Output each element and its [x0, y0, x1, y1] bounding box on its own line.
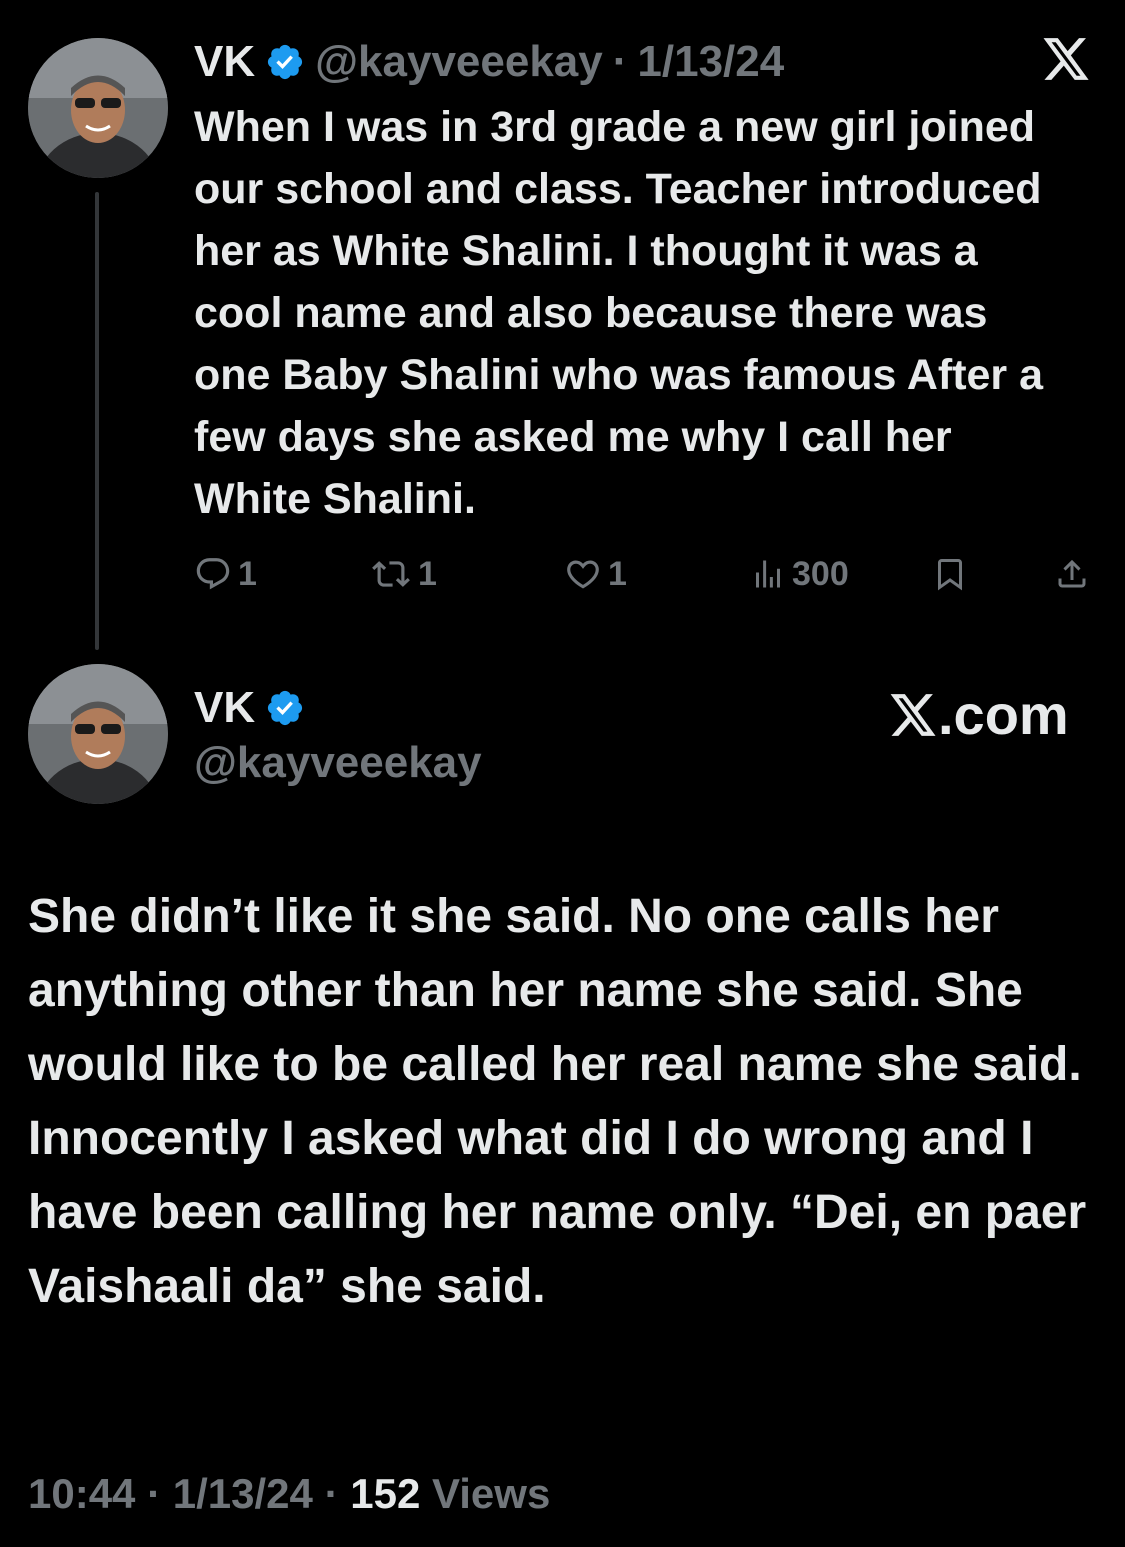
views-chart-icon: [756, 560, 780, 588]
tweet-header: VK @kayveeekay · 1/13/24: [194, 34, 784, 90]
views-count: 152: [350, 1470, 421, 1517]
reply-icon: [196, 558, 230, 590]
separator: ·: [147, 1470, 162, 1517]
heart-icon: [567, 560, 599, 589]
reply-button[interactable]: 1: [194, 548, 257, 600]
brand-suffix: .com: [938, 683, 1069, 746]
verified-badge-icon: [265, 688, 305, 728]
x-logo-icon: [890, 693, 936, 736]
tweet-date[interactable]: 1/13/24: [637, 37, 784, 87]
like-count: 1: [608, 554, 627, 593]
display-name[interactable]: VK: [194, 683, 255, 733]
handle[interactable]: @kayveeekay: [315, 37, 603, 87]
repost-icon: [372, 561, 410, 587]
share-icon: [1058, 559, 1086, 588]
views-count: 300: [792, 554, 849, 593]
thread-line: [95, 192, 99, 650]
tweet-time[interactable]: 10:44: [28, 1470, 135, 1517]
tweet-text: She didn’t like it she said. No one call…: [28, 890, 1087, 1313]
repost-button[interactable]: 1: [370, 548, 437, 600]
tweet-text: When I was in 3rd grade a new girl joine…: [194, 103, 1044, 523]
like-button[interactable]: 1: [564, 548, 627, 600]
reply-count: 1: [238, 554, 257, 593]
tweet-actions: 1 1 1 300: [194, 548, 1094, 600]
views-label: Views: [432, 1470, 551, 1517]
bookmark-icon: [938, 559, 962, 591]
handle[interactable]: @kayveeekay: [194, 738, 482, 788]
repost-count: 1: [418, 554, 437, 593]
tweet-meta: 10:44 · 1/13/24 · 152 Views: [28, 1470, 550, 1518]
separator: ·: [324, 1470, 339, 1517]
avatar[interactable]: [28, 38, 168, 178]
share-button[interactable]: [1054, 548, 1090, 600]
tweet-date[interactable]: 1/13/24: [173, 1470, 313, 1517]
verified-badge-icon: [265, 42, 305, 82]
x-logo-icon: [1040, 36, 1092, 87]
views-button[interactable]: 300: [750, 548, 849, 600]
author-name-row: VK: [194, 680, 305, 736]
avatar[interactable]: [28, 664, 168, 804]
bookmark-button[interactable]: [932, 548, 968, 600]
x-com-brand: .com: [888, 682, 1069, 747]
display-name[interactable]: VK: [194, 37, 255, 87]
separator: ·: [612, 37, 628, 86]
